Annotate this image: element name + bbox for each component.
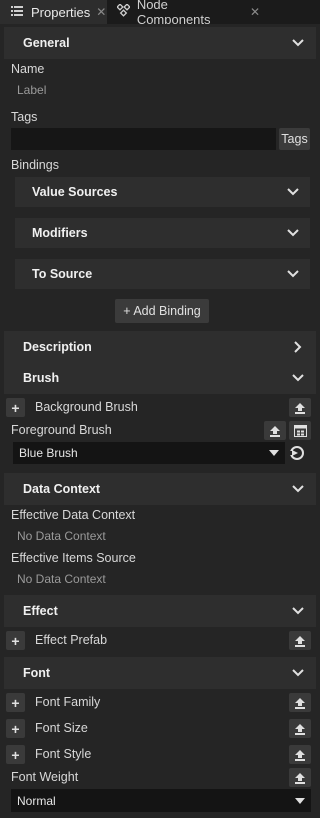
chevron-down-icon [290,603,306,619]
binding-modifiers[interactable]: Modifiers [15,218,310,248]
background-brush-label: Background Brush [35,400,138,414]
section-title: Brush [23,371,60,385]
section-data-context[interactable]: Data Context [4,473,316,505]
section-description[interactable]: Description [4,331,316,363]
dropdown-value: Normal [17,793,56,808]
plus-icon: + [11,720,20,737]
dropdown-value: Blue Brush [19,446,78,460]
upload-icon [295,772,305,784]
resource-icon [293,424,307,437]
effective-items-source-value: No Data Context [17,572,106,586]
name-value[interactable]: Label [17,83,46,97]
chevron-down-icon [290,665,306,681]
tags-input[interactable] [11,128,276,150]
caret-down-icon [269,450,279,456]
binding-label: Modifiers [32,226,88,240]
plus-icon: + [11,399,20,416]
add-font-size-button[interactable]: + [6,719,25,738]
tab-properties[interactable]: Properties ✕ [0,0,107,24]
plus-icon: + [11,746,20,763]
font-weight-label: Font Weight [11,770,79,784]
section-font[interactable]: Font [4,657,316,689]
font-size-label: Font Size [35,721,88,735]
binding-value-sources[interactable]: Value Sources [15,177,310,207]
section-title: Effect [23,604,58,618]
bindings-label: Bindings [11,158,59,172]
effective-data-context-label: Effective Data Context [11,508,136,522]
go-to-resource-icon[interactable] [289,445,307,461]
properties-icon [9,5,25,19]
upload-icon [295,723,305,735]
chevron-right-icon [290,339,306,355]
plus-icon: + [11,694,20,711]
upload-button[interactable] [289,719,311,738]
tags-button[interactable]: Tags [279,128,310,150]
upload-icon [295,697,305,709]
upload-button[interactable] [264,421,286,440]
upload-button[interactable] [289,693,311,712]
tab-bar: Properties ✕ Node Components ✕ [0,0,320,27]
chevron-down-icon [290,35,306,51]
plus-icon: + [11,632,20,649]
font-weight-dropdown[interactable]: Normal [11,789,311,812]
font-style-label: Font Style [35,747,92,761]
chevron-down-icon [285,184,301,200]
tab-node-components[interactable]: Node Components ✕ [110,0,260,27]
resource-picker-button[interactable] [289,421,311,440]
section-brush[interactable]: Brush [4,362,316,394]
upload-button[interactable] [289,398,311,417]
chevron-down-icon [290,481,306,497]
upload-icon [295,402,305,414]
upload-button[interactable] [289,631,311,650]
section-title: Font [23,666,51,680]
upload-button[interactable] [289,768,311,787]
effective-items-source-label: Effective Items Source [11,551,136,565]
add-font-style-button[interactable]: + [6,745,25,764]
section-title: General [23,36,70,50]
binding-to-source[interactable]: To Source [15,259,310,289]
upload-icon [295,635,305,647]
add-binding-button[interactable]: + Add Binding [115,299,209,323]
chevron-down-icon [285,225,301,241]
close-icon[interactable]: ✕ [250,5,260,19]
node-components-icon [116,3,132,20]
chevron-down-icon [290,370,306,386]
effect-prefab-label: Effect Prefab [35,633,108,647]
upload-button[interactable] [289,745,311,764]
chevron-down-icon [285,266,301,282]
foreground-brush-dropdown[interactable]: Blue Brush [13,442,285,464]
effective-data-context-value: No Data Context [17,529,106,543]
section-title: Description [23,340,92,354]
section-title: Data Context [23,482,101,496]
upload-icon [295,749,305,761]
tab-properties-label: Properties [31,4,91,20]
add-background-brush-button[interactable]: + [6,398,25,417]
close-icon[interactable]: ✕ [96,5,106,19]
upload-icon [270,425,280,437]
caret-down-icon [295,797,305,804]
section-general[interactable]: General [4,27,316,59]
foreground-brush-label: Foreground Brush [11,423,112,437]
binding-label: Value Sources [32,185,118,199]
add-effect-prefab-button[interactable]: + [6,631,25,650]
binding-label: To Source [32,267,93,281]
tags-label: Tags [11,110,38,124]
font-family-label: Font Family [35,695,101,709]
name-label: Name [11,62,45,76]
add-font-family-button[interactable]: + [6,693,25,712]
tab-node-components-label: Node Components [136,0,211,27]
section-effect[interactable]: Effect [4,595,316,627]
